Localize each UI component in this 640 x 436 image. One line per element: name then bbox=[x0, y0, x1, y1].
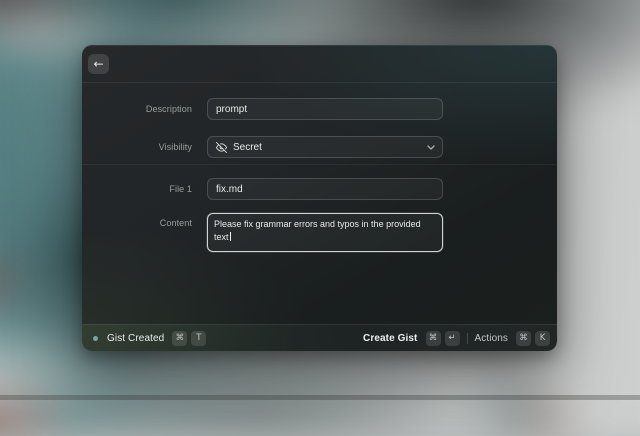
create-gist-action[interactable]: Create Gist ⌘ ↵ bbox=[363, 331, 459, 346]
content-text: Please fix grammar errors and typos in t… bbox=[214, 219, 421, 242]
content-textarea[interactable]: Please fix grammar errors and typos in t… bbox=[207, 213, 443, 252]
wallpaper-bottom-band bbox=[0, 395, 640, 400]
cmd-key-icon: ⌘ bbox=[426, 331, 441, 346]
section-divider bbox=[82, 164, 557, 165]
back-arrow-icon: ← bbox=[93, 58, 103, 70]
content-label: Content bbox=[82, 218, 192, 228]
footer-separator bbox=[467, 333, 468, 344]
footer-bar: Gist Created ⌘ T Create Gist ⌘ ↵ Actions… bbox=[82, 324, 557, 351]
status-action-gist-created[interactable]: Gist Created ⌘ T bbox=[89, 331, 206, 346]
status-label: Gist Created bbox=[107, 333, 164, 344]
chevron-down-icon bbox=[427, 145, 435, 150]
file1-label: File 1 bbox=[82, 184, 192, 194]
visibility-value: Secret bbox=[233, 142, 262, 153]
cmd-key-icon: ⌘ bbox=[516, 331, 531, 346]
description-input[interactable] bbox=[207, 98, 443, 120]
actions-menu-button[interactable]: Actions ⌘ K bbox=[475, 331, 551, 346]
t-key: T bbox=[191, 331, 206, 346]
text-caret bbox=[230, 232, 231, 241]
header-divider bbox=[82, 82, 557, 83]
eye-off-icon bbox=[216, 142, 227, 153]
file1-input[interactable] bbox=[207, 178, 443, 200]
description-label: Description bbox=[82, 104, 192, 114]
visibility-dropdown[interactable]: Secret bbox=[207, 136, 443, 158]
cmd-key-icon: ⌘ bbox=[172, 331, 187, 346]
status-dot bbox=[93, 336, 98, 341]
return-key-icon: ↵ bbox=[445, 331, 460, 346]
create-gist-window: ← Description Visibility Secret File 1 C… bbox=[82, 45, 557, 351]
actions-label: Actions bbox=[475, 333, 509, 344]
back-button[interactable]: ← bbox=[88, 54, 109, 74]
create-gist-label: Create Gist bbox=[363, 333, 417, 344]
visibility-label: Visibility bbox=[82, 142, 192, 152]
k-key: K bbox=[535, 331, 550, 346]
